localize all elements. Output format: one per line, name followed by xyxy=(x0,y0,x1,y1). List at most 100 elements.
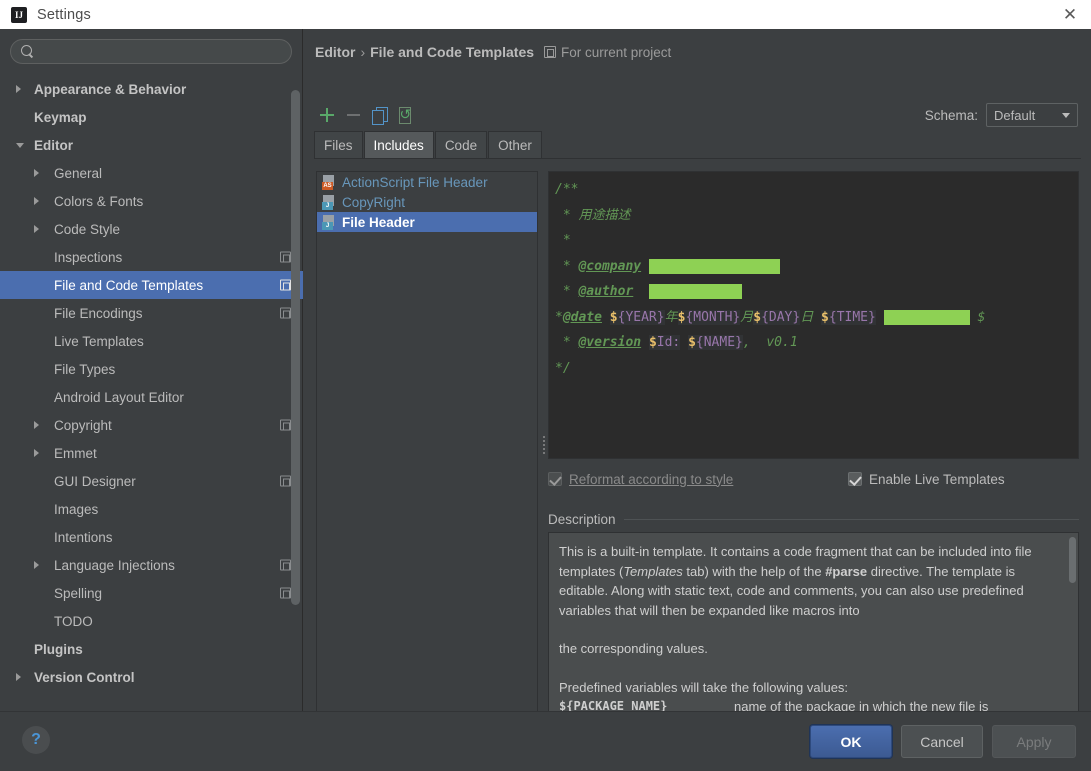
code-line: * @author xyxy=(555,279,1072,305)
code-token: @author xyxy=(578,284,634,299)
sidebar-item-appearance-behavior[interactable]: Appearance & Behavior xyxy=(0,75,303,103)
search-box[interactable] xyxy=(10,39,292,64)
tab-files[interactable]: Files xyxy=(314,131,363,158)
code-line: * xyxy=(555,228,1072,254)
breadcrumb-current: File and Code Templates xyxy=(370,44,535,60)
sidebar-item-emmet[interactable]: Emmet xyxy=(0,439,303,467)
ok-button[interactable]: OK xyxy=(810,725,892,758)
sidebar-item-label: General xyxy=(54,165,103,181)
list-item[interactable]: AS ActionScript File Header xyxy=(317,172,537,192)
schema-container: Schema: Default xyxy=(925,103,1078,127)
code-token: $ xyxy=(609,309,618,325)
desc-p1-em: Templates xyxy=(623,563,683,579)
sidebar-item-intentions[interactable]: Intentions xyxy=(0,523,303,551)
template-options: Reformat according to style Enable Live … xyxy=(548,466,1079,492)
code-token: * xyxy=(555,258,579,274)
code-token: {MONTH} xyxy=(685,309,741,325)
sidebar-item-plugins[interactable]: Plugins xyxy=(0,635,303,663)
title-bar: Settings ✕ xyxy=(0,0,1091,29)
cancel-button[interactable]: Cancel xyxy=(901,725,983,758)
code-token: , v0.1 xyxy=(742,335,798,350)
sidebar-item-label: File and Code Templates xyxy=(54,277,204,293)
description-header: Description xyxy=(548,512,1079,527)
description-paragraph-3: Predefined variables will take the follo… xyxy=(559,679,849,695)
sidebar-item-label: File Encodings xyxy=(54,305,143,321)
reset-template-button[interactable] xyxy=(392,103,418,127)
template-code-editor[interactable]: /** * 用途描述 * * @company * @author *@date… xyxy=(548,171,1079,459)
project-scope-icon xyxy=(280,251,291,263)
description-scrollbar[interactable] xyxy=(1069,537,1076,583)
sidebar-item-gui-designer[interactable]: GUI Designer xyxy=(0,467,303,495)
sidebar-item-colors-fonts[interactable]: Colors & Fonts xyxy=(0,187,303,215)
panel-splitter[interactable] xyxy=(540,434,548,456)
list-item[interactable]: J CopyRight xyxy=(317,192,537,212)
code-line: */ xyxy=(555,356,1072,382)
expand-arrow-icon xyxy=(34,225,54,233)
sidebar-item-label: Images xyxy=(54,501,99,517)
template-list[interactable]: AS ActionScript File Header J CopyRight J Fil… xyxy=(316,171,538,717)
sidebar-item-todo[interactable]: TODO xyxy=(0,607,303,635)
sidebar-item-label: TODO xyxy=(54,613,93,629)
checkbox-box xyxy=(848,472,862,486)
list-item[interactable]: J File Header xyxy=(317,212,537,232)
remove-template-button[interactable] xyxy=(340,103,366,127)
tabs-underline xyxy=(314,158,1081,159)
redacted-text xyxy=(648,284,742,299)
sidebar-item-label: Emmet xyxy=(54,445,97,461)
code-token: $ xyxy=(688,335,696,350)
sidebar-item-editor[interactable]: Editor xyxy=(0,131,303,159)
code-token: * 用途描述 xyxy=(555,207,631,223)
templates-tabs: Files Includes Code Other xyxy=(314,131,543,158)
code-token: $ xyxy=(821,309,829,325)
file-type-icon: J xyxy=(322,194,336,210)
sidebar-item-version-control[interactable]: Version Control xyxy=(0,663,303,691)
sidebar-scrollbar[interactable] xyxy=(291,90,300,605)
sidebar-item-copyright[interactable]: Copyright xyxy=(0,411,303,439)
reformat-checkbox[interactable]: Reformat according to style xyxy=(548,472,848,487)
tab-other[interactable]: Other xyxy=(488,131,542,158)
schema-label: Schema: xyxy=(924,107,978,123)
project-scope-icon xyxy=(280,475,291,487)
sidebar-item-code-style[interactable]: Code Style xyxy=(0,215,303,243)
sidebar-item-file-and-code-templates[interactable]: File and Code Templates xyxy=(0,271,303,299)
code-token: {TIME} xyxy=(828,309,876,325)
code-token: $ xyxy=(969,309,986,325)
add-template-button[interactable] xyxy=(314,103,340,127)
plus-icon xyxy=(320,108,334,122)
desc-p1-b: tab) with the help of the xyxy=(682,563,826,579)
code-token: 年 xyxy=(664,309,678,325)
file-type-icon: J xyxy=(322,214,336,230)
sidebar-item-file-types[interactable]: File Types xyxy=(0,355,303,383)
settings-tree: Appearance & Behavior Keymap Editor General… xyxy=(0,75,303,711)
tab-code[interactable]: Code xyxy=(434,131,488,158)
close-icon[interactable]: ✕ xyxy=(1049,0,1091,29)
code-line: /** xyxy=(555,177,1072,203)
reset-icon xyxy=(398,107,413,124)
checkbox-box xyxy=(548,472,562,486)
file-type-icon: AS xyxy=(322,174,336,190)
sidebar-item-images[interactable]: Images xyxy=(0,495,303,523)
live-templates-checkbox[interactable]: Enable Live Templates xyxy=(848,472,1005,487)
schema-dropdown[interactable]: Default xyxy=(986,103,1078,127)
code-line: *@date ${YEAR}年${MONTH}月${DAY}日 ${TIME} … xyxy=(555,305,1072,331)
sidebar-item-language-injections[interactable]: Language Injections xyxy=(0,551,303,579)
sidebar-item-general[interactable]: General xyxy=(0,159,303,187)
project-scope-icon xyxy=(280,419,291,431)
code-token: @version xyxy=(578,335,642,350)
sidebar-item-live-templates[interactable]: Live Templates xyxy=(0,327,303,355)
reformat-label: Reformat according to style xyxy=(569,471,734,487)
sidebar-item-label: Code Style xyxy=(54,221,121,237)
copy-template-button[interactable] xyxy=(366,103,392,127)
list-item-label: ActionScript File Header xyxy=(342,174,488,190)
help-button[interactable]: ? xyxy=(22,726,50,754)
code-token: Id: xyxy=(656,335,681,350)
sidebar-item-inspections[interactable]: Inspections xyxy=(0,243,303,271)
search-input[interactable] xyxy=(40,43,281,60)
sidebar-item-android-layout-editor[interactable]: Android Layout Editor xyxy=(0,383,303,411)
sidebar-item-file-encodings[interactable]: File Encodings xyxy=(0,299,303,327)
sidebar-item-keymap[interactable]: Keymap xyxy=(0,103,303,131)
tab-includes[interactable]: Includes xyxy=(363,131,434,158)
sidebar-item-label: Language Injections xyxy=(54,557,175,573)
sidebar-item-spelling[interactable]: Spelling xyxy=(0,579,303,607)
